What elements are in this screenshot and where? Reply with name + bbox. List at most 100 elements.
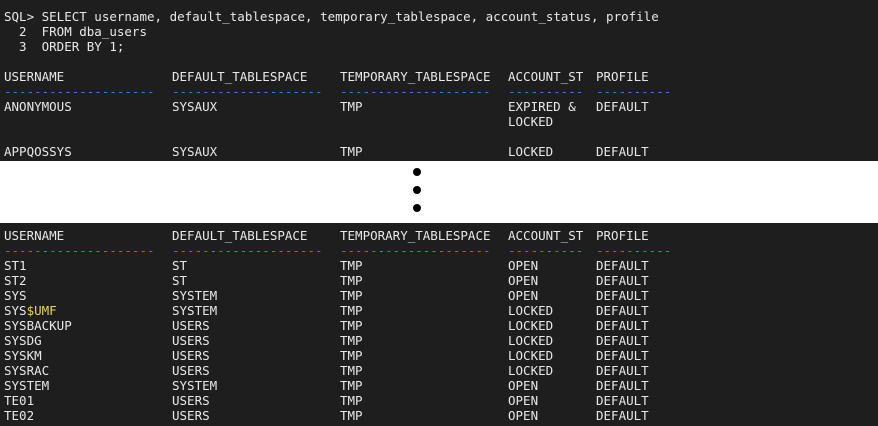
terminal-top-panel: SQL> SELECT username, default_tablespace… (0, 0, 878, 161)
cell-username: ST2 (4, 273, 27, 288)
cell-account-status: OPEN (508, 273, 539, 288)
terminal-bottom-panel: USERNAME DEFAULT_TABLESPACE TEMPORARY_TA… (0, 223, 878, 426)
separator: -------------------- (172, 243, 323, 258)
cell-username: APPQOSSYS (4, 144, 72, 159)
cell-default-tablespace: SYSTEM (172, 378, 218, 393)
cell-profile: DEFAULT (596, 318, 649, 333)
cell-default-tablespace: USERS (172, 333, 210, 348)
cell-default-tablespace: ST (172, 273, 188, 288)
cell-default-tablespace: SYSTEM (172, 303, 218, 318)
cell-username: SYSDG (4, 333, 42, 348)
cell-account-status: OPEN (508, 393, 539, 408)
cell-account-status: EXPIRED & (508, 99, 576, 114)
cell-temporary-tablespace: TMP (340, 288, 363, 303)
separator: -------------------- (172, 84, 323, 99)
cell-profile: DEFAULT (596, 273, 649, 288)
cell-username: ST1 (4, 258, 27, 273)
header-default-tablespace: DEFAULT_TABLESPACE (172, 69, 308, 84)
cell-account-status: LOCKED (508, 333, 554, 348)
header-account-status: ACCOUNT_ST (508, 228, 584, 243)
separator: ---------- (508, 243, 584, 258)
header-temporary-tablespace: TEMPORARY_TABLESPACE (340, 228, 491, 243)
cell-temporary-tablespace: TMP (340, 318, 363, 333)
cell-username: SYSTEM (4, 378, 50, 393)
header-username: USERNAME (4, 228, 65, 243)
cell-default-tablespace: USERS (172, 408, 210, 423)
sql-query-line-1: SQL> SELECT username, default_tablespace… (4, 9, 659, 24)
cell-profile: DEFAULT (596, 393, 649, 408)
cell-account-status: LOCKED (508, 144, 554, 159)
header-profile: PROFILE (596, 69, 649, 84)
cell-profile: DEFAULT (596, 99, 649, 114)
header-temporary-tablespace: TEMPORARY_TABLESPACE (340, 69, 491, 84)
cell-account-status: OPEN (508, 378, 539, 393)
cell-default-tablespace: SYSTEM (172, 288, 218, 303)
sql-query-line-2: 2 FROM dba_users (4, 24, 147, 39)
cell-profile: DEFAULT (596, 408, 649, 423)
header-username: USERNAME (4, 69, 65, 84)
cell-username: SYS$UMF (4, 303, 57, 318)
cell-account-status: LOCKED (508, 348, 554, 363)
cell-account-status: OPEN (508, 408, 539, 423)
cell-profile: DEFAULT (596, 303, 649, 318)
separator-row: -------------------- -------------------… (4, 84, 671, 99)
cell-username: SYSBACKUP (4, 318, 72, 333)
cell-username: SYS (4, 288, 27, 303)
cell-default-tablespace: SYSAUX (172, 144, 218, 159)
cell-account-status: OPEN (508, 288, 539, 303)
cell-default-tablespace: SYSAUX (172, 99, 218, 114)
cell-temporary-tablespace: TMP (340, 303, 363, 318)
separator: ---------- (596, 243, 672, 258)
cell-temporary-tablespace: TMP (340, 258, 363, 273)
highlighted-username-suffix: $UMF (26, 303, 57, 318)
cell-account-status: OPEN (508, 258, 539, 273)
separator: ---------- (596, 84, 672, 99)
ellipsis-dot-icon (413, 168, 421, 176)
cell-profile: DEFAULT (596, 144, 649, 159)
cell-account-status: LOCKED (508, 363, 554, 378)
ellipsis-dot-icon (413, 186, 421, 194)
cell-username: ANONYMOUS (4, 99, 72, 114)
separator: -------------------- (4, 243, 155, 258)
separator: -------------------- (340, 84, 491, 99)
cell-profile: DEFAULT (596, 288, 649, 303)
cell-temporary-tablespace: TMP (340, 99, 363, 114)
cell-temporary-tablespace: TMP (340, 144, 363, 159)
header-account-status: ACCOUNT_ST (508, 69, 584, 84)
cell-profile: DEFAULT (596, 363, 649, 378)
sql-query-line-3: 3 ORDER BY 1; (4, 39, 125, 54)
cell-profile: DEFAULT (596, 378, 649, 393)
cell-temporary-tablespace: TMP (340, 333, 363, 348)
cell-username: SYSRAC (4, 363, 50, 378)
cell-username: SYSKM (4, 348, 42, 363)
cell-profile: DEFAULT (596, 258, 649, 273)
cell-temporary-tablespace: TMP (340, 273, 363, 288)
result-header-row: USERNAME DEFAULT_TABLESPACE TEMPORARY_TA… (4, 69, 649, 84)
cell-temporary-tablespace: TMP (340, 393, 363, 408)
table-row: APPQOSSYS SYSAUX TMP LOCKED DEFAULT (4, 144, 649, 159)
cell-temporary-tablespace: TMP (340, 363, 363, 378)
table-row: ANONYMOUS SYSAUX TMP EXPIRED & DEFAULT (4, 99, 649, 114)
cell-username: TE01 (4, 393, 35, 408)
separator: ---------- (508, 84, 584, 99)
cell-temporary-tablespace: TMP (340, 378, 363, 393)
cell-account-status: LOCKED (508, 114, 554, 129)
cell-default-tablespace: USERS (172, 393, 210, 408)
cell-default-tablespace: ST (172, 258, 188, 273)
cell-account-status: LOCKED (508, 318, 554, 333)
cell-default-tablespace: USERS (172, 318, 210, 333)
separator: -------------------- (4, 84, 155, 99)
cell-account-status: LOCKED (508, 303, 554, 318)
cell-default-tablespace: USERS (172, 348, 210, 363)
cell-temporary-tablespace: TMP (340, 408, 363, 423)
cell-profile: DEFAULT (596, 333, 649, 348)
cell-temporary-tablespace: TMP (340, 348, 363, 363)
cell-default-tablespace: USERS (172, 363, 210, 378)
ellipsis-dot-icon (413, 204, 421, 212)
omission-gap (0, 161, 878, 223)
table-row-continuation: LOCKED (4, 114, 553, 129)
result-header-row: USERNAME DEFAULT_TABLESPACE TEMPORARY_TA… (4, 228, 649, 243)
header-profile: PROFILE (596, 228, 649, 243)
separator: -------------------- (340, 243, 491, 258)
header-default-tablespace: DEFAULT_TABLESPACE (172, 228, 308, 243)
